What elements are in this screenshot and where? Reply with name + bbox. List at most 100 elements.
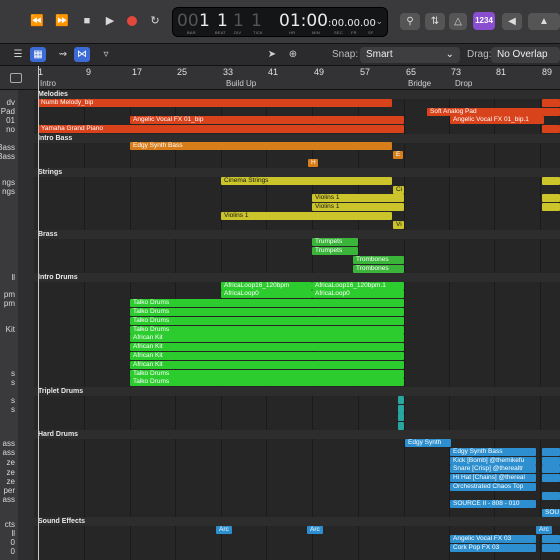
track-name[interactable]: ze (7, 477, 15, 486)
track-name[interactable]: s (11, 396, 15, 405)
track-name[interactable]: ll (11, 273, 15, 282)
region-ci[interactable]: Ci (393, 186, 404, 194)
region-cork-pop[interactable]: Cork Pop FX 03 (450, 544, 536, 552)
track-name[interactable]: Pad (1, 107, 15, 116)
count-in-button[interactable]: 1234 (473, 12, 495, 30)
region-orch[interactable]: Orchestrated Chaos Top (450, 483, 536, 491)
count-in-toggle[interactable]: ◀ (502, 13, 522, 30)
region-soft-pad[interactable]: Soft Analog Pad (427, 108, 560, 116)
region-e[interactable]: E (393, 151, 403, 159)
track-name[interactable]: ass (3, 495, 15, 504)
flex-icon[interactable]: ⇝ (56, 47, 70, 62)
folder-intro-drums[interactable]: Intro Drums (34, 273, 560, 282)
metronome-button[interactable]: △ (449, 13, 467, 30)
region-edgy-synth[interactable]: Edgy Synth (405, 439, 451, 447)
region-angelic-fx-1[interactable]: Angelic Vocal FX 01_bip.1 (450, 116, 544, 124)
metronome-icon[interactable]: ▲ (528, 13, 560, 30)
track-name[interactable]: 01 (6, 116, 15, 125)
grid-view-icon[interactable]: ▦ (30, 47, 46, 62)
region-african-kit[interactable]: African Kit (130, 352, 404, 360)
region-trumpets-a[interactable]: Trumpets (312, 238, 358, 246)
region-african-kit[interactable]: African Kit (130, 343, 404, 351)
rewind-button[interactable]: ⏪ (26, 12, 48, 30)
track-name[interactable]: Bass (0, 152, 15, 161)
marker-bridge[interactable]: Bridge (408, 79, 431, 88)
region-ci-right[interactable] (542, 177, 560, 185)
track-name[interactable]: s (11, 378, 15, 387)
region-arc[interactable]: Arc (307, 526, 323, 534)
track-name[interactable]: ze (7, 468, 15, 477)
track-name[interactable]: cts (5, 520, 15, 529)
region-numb-melody[interactable]: Numb Melody_bip (38, 99, 392, 107)
catch-icon[interactable]: ⋈ (74, 47, 90, 62)
region-orange-edge[interactable] (542, 99, 560, 107)
track-name[interactable]: ll (11, 529, 15, 538)
bar-ruler[interactable]: 1 9 17 25 33 41 49 57 65 73 81 89 Intro … (34, 66, 560, 90)
region-africa-b[interactable]: AfricaLoop16_120bpm.1 (312, 282, 404, 290)
track-name[interactable]: ass (3, 448, 15, 457)
region-africa-a[interactable]: AfricaLoop16_120bpm (221, 282, 312, 290)
region-angelic-fx03[interactable]: Angelic Vocal FX 03 (450, 535, 536, 543)
marker-drop[interactable]: Drop (455, 79, 472, 88)
region-africa-d[interactable]: AfricaLoop0 (312, 290, 404, 298)
region-talko-drums[interactable]: Talko Drums (130, 299, 404, 307)
region-angelic-fx[interactable]: Angelic Vocal FX 01_bip (130, 116, 404, 124)
record-button[interactable] (121, 12, 143, 30)
region-yamaha[interactable]: Yamaha Grand Piano (38, 125, 404, 133)
track-name[interactable]: ngs (2, 178, 15, 187)
region-violins-right[interactable] (542, 194, 560, 202)
region-snare[interactable]: Snare [Crisp] @therealtr (450, 465, 536, 473)
track-name[interactable]: 0 (11, 547, 15, 556)
region-blue-right[interactable] (542, 535, 560, 543)
snap-dropdown[interactable]: Smart ⌄ (360, 47, 460, 63)
region-h[interactable]: H (308, 159, 318, 167)
track-name[interactable]: pm (4, 290, 15, 299)
region-blue-right[interactable] (542, 465, 560, 473)
region-africa-c[interactable]: AfricaLoop0 (221, 290, 312, 298)
region-kick[interactable]: Kick [Bomb] @themikefu (450, 457, 536, 465)
list-view-icon[interactable]: ☰ (10, 47, 26, 62)
track-name[interactable]: s (11, 369, 15, 378)
track-name[interactable]: pm (4, 299, 15, 308)
region-african-kit[interactable]: African Kit (130, 361, 404, 369)
region-triplet[interactable] (398, 413, 404, 421)
region-triplet[interactable] (398, 422, 404, 430)
add-track-icon[interactable] (10, 73, 22, 83)
lcd-display[interactable]: 00 1 1 1 1 01:00:00.00.00 BAR BEAT DIV T… (172, 7, 388, 37)
region-cinema-strings[interactable]: Cinema Strings (221, 177, 392, 185)
region-african-kit[interactable]: African Kit (130, 334, 404, 342)
track-name[interactable]: Bass (0, 143, 15, 152)
tuner-button[interactable]: ⚲ (400, 13, 420, 30)
region-violins-1a[interactable]: Violins 1 (312, 194, 404, 202)
region-arc[interactable]: Arc (536, 526, 552, 534)
region-talko-drums[interactable]: Talko Drums (130, 317, 404, 325)
track-name[interactable]: dv (7, 98, 15, 107)
region-talko-drums[interactable]: Talko Drums (130, 370, 404, 378)
region-hihat[interactable]: Hi Hat [Chains] @thereal (450, 474, 536, 482)
pointer-tool-icon[interactable]: ➤ (265, 47, 279, 62)
play-button[interactable]: ▶ (99, 12, 121, 30)
region-blue-right[interactable] (542, 492, 560, 500)
region-source[interactable]: SOURCE II - 808 - 010 (450, 500, 536, 508)
track-name[interactable]: Kit (6, 325, 15, 334)
region-violins-1b[interactable]: Violins 1 (312, 203, 404, 211)
track-name[interactable]: per (3, 486, 15, 495)
region-blue-right[interactable] (542, 474, 560, 482)
folder-strings[interactable]: Strings (34, 168, 560, 177)
marker-intro[interactable]: Intro (40, 79, 56, 88)
region-violins-right[interactable] (542, 203, 560, 211)
region-blue-right[interactable] (542, 457, 560, 465)
track-name[interactable]: s (11, 405, 15, 414)
region-trombones-a[interactable]: Trombones (353, 256, 404, 264)
marker-build-up[interactable]: Build Up (226, 79, 256, 88)
track-name[interactable]: 0 (11, 538, 15, 547)
folder-melodies[interactable]: Melodies (34, 90, 560, 99)
fast-forward-button[interactable]: ⏩ (51, 12, 73, 30)
region-violins-1c[interactable]: Violins 1 (221, 212, 392, 220)
folder-sound-effects[interactable]: Sound Effects (34, 517, 560, 526)
track-name[interactable]: ngs (2, 187, 15, 196)
region-vi[interactable]: Vi (393, 221, 404, 229)
zoom-icon[interactable]: ▿ (96, 47, 116, 62)
track-name[interactable]: ass (3, 439, 15, 448)
arrange-area[interactable]: Melodies Intro Bass Strings Brass Intro … (34, 90, 560, 560)
